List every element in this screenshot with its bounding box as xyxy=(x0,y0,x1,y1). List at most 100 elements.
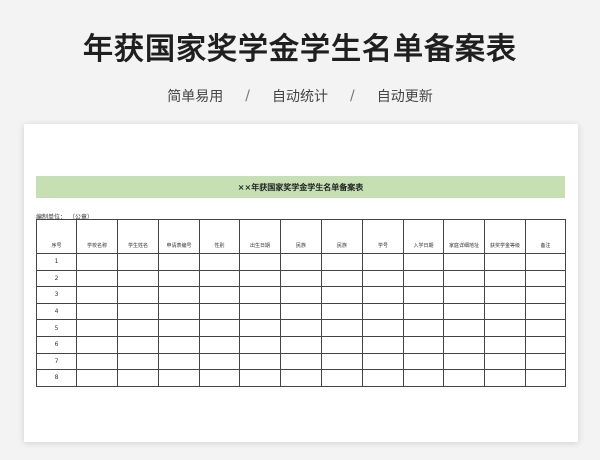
table-cell xyxy=(117,286,159,304)
table-cell xyxy=(525,335,566,354)
table-cell xyxy=(403,302,444,321)
table-cell xyxy=(280,319,322,337)
table-cell xyxy=(443,319,485,337)
table-cell xyxy=(158,352,200,371)
table-cell xyxy=(199,335,240,354)
table-cell xyxy=(280,352,322,371)
table-cell xyxy=(321,319,363,337)
table-cell xyxy=(525,286,566,304)
table-cell xyxy=(525,302,566,321)
column-header: 备注 xyxy=(525,219,566,254)
table-cell xyxy=(321,335,363,354)
column-header: 民族 xyxy=(321,219,363,254)
table-cell xyxy=(484,369,526,387)
table-cell xyxy=(321,269,363,288)
table-cell xyxy=(117,335,159,354)
table-cell xyxy=(403,286,444,304)
row-number: 4 xyxy=(36,302,77,321)
table-cell xyxy=(280,286,322,304)
table-cell xyxy=(76,335,118,354)
table-cell xyxy=(525,319,566,337)
table-row: 5 xyxy=(36,319,566,337)
row-number: 3 xyxy=(36,286,77,304)
table-cell xyxy=(239,352,281,371)
table-cell xyxy=(117,302,159,321)
table-row: 3 xyxy=(36,286,566,304)
row-number: 5 xyxy=(36,319,77,337)
table-cell xyxy=(403,369,444,387)
table-cell xyxy=(362,286,404,304)
table-row: 1 xyxy=(36,253,566,271)
table-cell xyxy=(403,335,444,354)
table-cell xyxy=(158,335,200,354)
table-cell xyxy=(443,302,485,321)
table-cell xyxy=(76,319,118,337)
table-cell xyxy=(362,302,404,321)
table-cell xyxy=(403,352,444,371)
table-cell xyxy=(239,253,281,271)
table-cell xyxy=(362,352,404,371)
table-cell xyxy=(403,253,444,271)
table-cell xyxy=(76,253,118,271)
table-cell xyxy=(443,286,485,304)
column-header: 家庭详细地址 xyxy=(443,219,485,254)
table-cell xyxy=(158,369,200,387)
tagline: 简单易用 / 自动统计 / 自动更新 xyxy=(0,86,600,106)
table-cell xyxy=(239,369,281,387)
table-cell xyxy=(199,253,240,271)
table-cell xyxy=(117,269,159,288)
table-cell xyxy=(484,352,526,371)
table-cell xyxy=(321,352,363,371)
table-cell xyxy=(158,253,200,271)
column-header: 学号 xyxy=(362,219,404,254)
table-cell xyxy=(525,369,566,387)
table-row: 4 xyxy=(36,302,566,321)
table-cell xyxy=(280,269,322,288)
table-cell xyxy=(199,302,240,321)
table-cell xyxy=(239,319,281,337)
table-cell xyxy=(525,352,566,371)
table-cell xyxy=(280,369,322,387)
table-header-row: 序号 学校名称 学生姓名 申请表编号 性别 出生日期 民族 民族 学号 入学日期… xyxy=(36,219,566,254)
table-cell xyxy=(525,253,566,271)
table-cell xyxy=(239,269,281,288)
table-cell xyxy=(199,319,240,337)
tagline-item-auto-stats: 自动统计 xyxy=(272,89,328,105)
tagline-separator: / xyxy=(245,88,250,104)
table-cell xyxy=(117,352,159,371)
table-cell xyxy=(280,302,322,321)
table-cell xyxy=(76,369,118,387)
table-cell xyxy=(76,286,118,304)
table-cell xyxy=(362,319,404,337)
table-cell xyxy=(280,253,322,271)
row-number: 6 xyxy=(36,335,77,354)
column-header: 性别 xyxy=(199,219,240,254)
sheet-title-banner: ××年获国家奖学金学生名单备案表 xyxy=(36,176,565,198)
table-cell xyxy=(117,369,159,387)
spreadsheet-preview: ××年获国家奖学金学生名单备案表 编制单位： （公章） 序号 学校名称 学生姓名 … xyxy=(24,124,578,442)
table-cell xyxy=(484,253,526,271)
table-cell xyxy=(484,302,526,321)
table-cell xyxy=(362,369,404,387)
table-cell xyxy=(403,319,444,337)
table-cell xyxy=(484,286,526,304)
table-cell xyxy=(199,369,240,387)
column-header: 出生日期 xyxy=(239,219,281,254)
row-number: 8 xyxy=(36,369,77,387)
table-cell xyxy=(362,253,404,271)
table-cell xyxy=(239,302,281,321)
column-header: 学生姓名 xyxy=(117,219,159,254)
table-cell xyxy=(362,335,404,354)
tagline-separator: / xyxy=(350,88,355,104)
column-header: 序号 xyxy=(36,219,77,254)
table-cell xyxy=(76,352,118,371)
table-cell xyxy=(158,286,200,304)
table-row: 2 xyxy=(36,269,566,288)
column-header: 学校名称 xyxy=(76,219,118,254)
table-cell xyxy=(239,286,281,304)
table-cell xyxy=(525,269,566,288)
table-cell xyxy=(117,319,159,337)
table-cell xyxy=(199,352,240,371)
table-cell xyxy=(321,302,363,321)
tagline-item-auto-update: 自动更新 xyxy=(376,89,433,105)
